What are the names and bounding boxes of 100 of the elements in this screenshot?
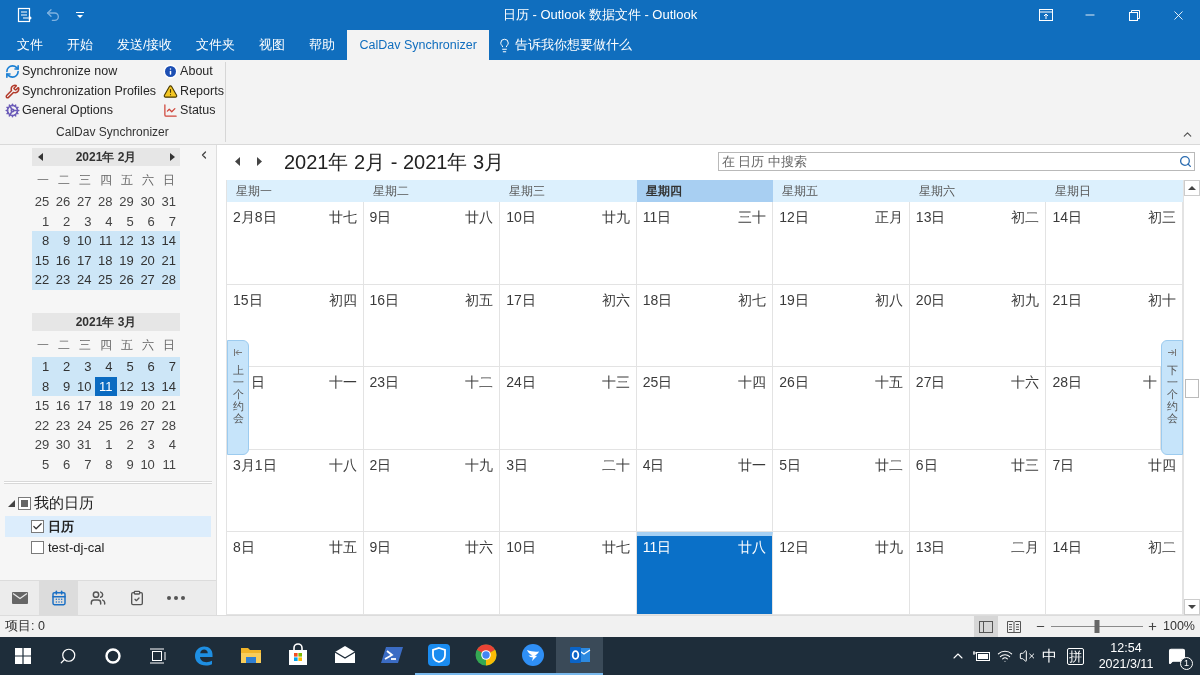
- zoom-in-icon[interactable]: [1147, 621, 1158, 632]
- ribbon-button[interactable]: Synchronization Profiles: [4, 81, 158, 101]
- calendar-day[interactable]: 31: [158, 192, 180, 212]
- clock-date[interactable]: 2021/3/11: [1098, 656, 1154, 672]
- nav-button[interactable]: [39, 581, 78, 615]
- ribbon-button[interactable]: Synchronize now: [4, 62, 158, 82]
- calendar-day[interactable]: 19: [116, 396, 138, 416]
- calendar-day[interactable]: 9: [53, 231, 75, 251]
- calendar-day[interactable]: 16: [53, 396, 75, 416]
- ribbon-tab[interactable]: CalDav Synchronizer: [347, 30, 489, 60]
- calendar-day[interactable]: 22: [32, 270, 54, 290]
- day-cell[interactable]: 10日 廿九: [500, 202, 637, 285]
- ribbon-button[interactable]: About: [162, 62, 225, 82]
- calendar-day[interactable]: 23: [53, 270, 75, 290]
- day-cell[interactable]: 13日 二月: [909, 532, 1047, 615]
- calendar-day[interactable]: 6: [53, 454, 75, 474]
- day-cell[interactable]: 28日 十: [1046, 367, 1161, 450]
- calendar-day[interactable]: 1: [32, 357, 54, 377]
- day-cell[interactable]: 10日 廿七: [500, 532, 637, 615]
- calendar-day[interactable]: 15: [32, 396, 54, 416]
- day-cell[interactable]: 9日 廿六: [363, 532, 501, 615]
- ribbon-button[interactable]: General Options: [4, 101, 158, 121]
- calendar-day[interactable]: 2: [116, 435, 138, 455]
- calendar-day[interactable]: 10: [137, 454, 159, 474]
- dropdown-caret-icon[interactable]: [76, 12, 84, 18]
- ribbon-tab[interactable]: 文件: [5, 30, 55, 60]
- day-cell[interactable]: 11日 廿八: [636, 532, 774, 615]
- day-cell[interactable]: 17日 初六: [500, 284, 637, 368]
- day-cell[interactable]: 8日 廿五: [227, 532, 364, 615]
- triangle-right-icon[interactable]: [169, 153, 175, 161]
- day-cell[interactable]: 14日 初二: [1046, 532, 1183, 615]
- document-icon[interactable]: [17, 7, 33, 23]
- calendar-day[interactable]: 27: [137, 415, 159, 435]
- ribbon-tab[interactable]: 开始: [55, 30, 105, 60]
- calendar-day[interactable]: 4: [158, 435, 180, 455]
- day-cell[interactable]: 6日 廿三: [909, 449, 1047, 533]
- calendar-day[interactable]: 14: [158, 231, 180, 251]
- view-button[interactable]: [974, 616, 998, 637]
- day-cell[interactable]: 12日 正月: [773, 202, 910, 285]
- calendar-day[interactable]: 5: [116, 357, 138, 377]
- calendar-day[interactable]: 6: [137, 211, 159, 231]
- battery-icon[interactable]: [973, 650, 991, 662]
- calendar-day[interactable]: 9: [116, 454, 138, 474]
- tell-me-field[interactable]: 告诉我你想要做什么: [514, 35, 635, 55]
- side-tab[interactable]: 上一个约会: [227, 340, 249, 455]
- day-cell[interactable]: 5日 廿二: [773, 449, 910, 533]
- calendar-day[interactable]: 1: [95, 435, 117, 455]
- day-cell[interactable]: 2日 十九: [363, 449, 501, 533]
- ribbon-tab[interactable]: 帮助: [297, 30, 348, 60]
- calendar-day[interactable]: 2: [53, 211, 75, 231]
- calendar-day[interactable]: 3: [137, 435, 159, 455]
- calendar-day[interactable]: 21: [158, 396, 180, 416]
- calendar-day[interactable]: 25: [95, 270, 117, 290]
- calendar-day[interactable]: 28: [95, 192, 117, 212]
- calendar-day[interactable]: 24: [74, 415, 96, 435]
- calendar-day[interactable]: 7: [158, 211, 180, 231]
- calendar-day[interactable]: 4: [95, 211, 117, 231]
- calendar-day[interactable]: 29: [116, 192, 138, 212]
- calendar-day[interactable]: 26: [116, 270, 138, 290]
- calendar-day[interactable]: 13: [137, 231, 159, 251]
- calendar-day[interactable]: 31: [74, 435, 96, 455]
- calendar-day[interactable]: 3: [74, 357, 96, 377]
- day-cell[interactable]: 3日 二十: [500, 449, 637, 533]
- calendar-day[interactable]: 29: [32, 435, 54, 455]
- calendar-list-item[interactable]: 日历: [5, 516, 211, 537]
- taskbar-app[interactable]: [556, 637, 603, 675]
- calendar-day[interactable]: 28: [158, 270, 180, 290]
- calendar-day[interactable]: 26: [53, 192, 75, 212]
- day-cell[interactable]: 26日 十五: [773, 367, 910, 450]
- calendar-day[interactable]: 27: [74, 192, 96, 212]
- scroll-thumb[interactable]: [1185, 379, 1199, 398]
- calendar-day[interactable]: 25: [32, 192, 54, 212]
- calendar-day[interactable]: 6: [137, 357, 159, 377]
- zoom-level[interactable]: 100%: [1163, 617, 1195, 636]
- calendar-day[interactable]: 5: [32, 454, 54, 474]
- scrollbar[interactable]: [1183, 180, 1200, 615]
- ribbon-button[interactable]: Status: [162, 101, 225, 121]
- calendar-day[interactable]: 8: [32, 231, 54, 251]
- day-cell[interactable]: 27日 十六: [909, 367, 1047, 450]
- calendar-day[interactable]: 3: [74, 211, 96, 231]
- day-cell[interactable]: 19日 初八: [773, 284, 910, 368]
- calendar-day[interactable]: 22: [32, 415, 54, 435]
- calendar-day[interactable]: 5: [116, 211, 138, 231]
- calendar-day[interactable]: 7: [74, 454, 96, 474]
- calendar-day[interactable]: 8: [95, 454, 117, 474]
- day-cell[interactable]: 16日 初五: [363, 284, 501, 368]
- day-cell[interactable]: 18日 初七: [636, 284, 774, 368]
- day-cell[interactable]: 9日 廿八: [363, 202, 501, 285]
- calendar-day[interactable]: 28: [158, 415, 180, 435]
- calendar-day[interactable]: 27: [137, 270, 159, 290]
- day-cell[interactable]: 23日 十二: [363, 367, 501, 450]
- ribbon-tab[interactable]: 文件夹: [184, 30, 248, 60]
- calendar-day[interactable]: 30: [137, 192, 159, 212]
- expand-triangle-icon[interactable]: [8, 499, 15, 507]
- calendar-day[interactable]: 1: [32, 211, 54, 231]
- calendar-day[interactable]: 20: [137, 396, 159, 416]
- triangle-left-icon[interactable]: [37, 153, 43, 161]
- calendar-day[interactable]: 4: [95, 357, 117, 377]
- day-cell[interactable]: 2月8日 廿七: [227, 202, 364, 285]
- calendar-day[interactable]: 17: [74, 396, 96, 416]
